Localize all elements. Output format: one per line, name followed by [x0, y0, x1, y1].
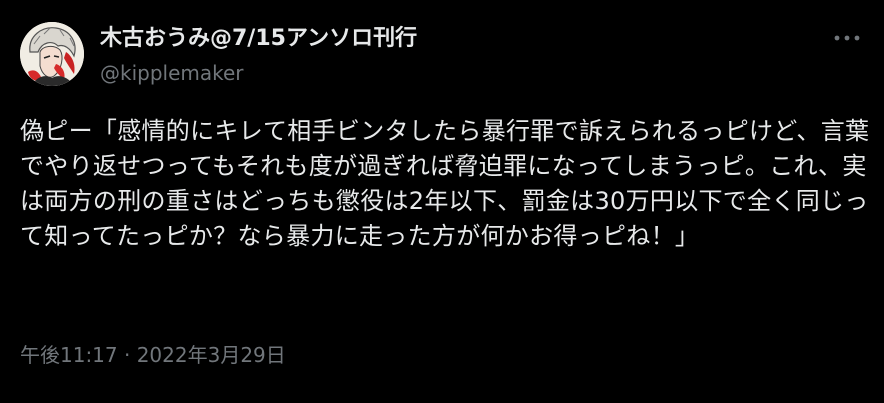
more-horizontal-icon: [834, 35, 860, 41]
more-options-button[interactable]: [832, 26, 862, 50]
avatar[interactable]: [20, 22, 84, 86]
tweet-text: 偽ピー「感情的にキレて相手ビンタしたら暴行罪で訴えられるっピけど、言葉でやり返せ…: [20, 117, 870, 250]
user-handle[interactable]: @kipplemaker: [100, 58, 417, 88]
tweet-card: 木古おうみ@7/15アンソロ刊行 @kipplemaker 偽ピー「感情的にキレ…: [0, 0, 884, 403]
author-names: 木古おうみ@7/15アンソロ刊行 @kipplemaker: [100, 22, 417, 88]
user-avatar-illustration-icon: [20, 22, 84, 86]
display-name[interactable]: 木古おうみ@7/15アンソロ刊行: [100, 24, 417, 54]
tweet-header: 木古おうみ@7/15アンソロ刊行 @kipplemaker: [20, 22, 417, 88]
tweet-timestamp[interactable]: 午後11:17 · 2022年3月29日: [20, 340, 286, 370]
